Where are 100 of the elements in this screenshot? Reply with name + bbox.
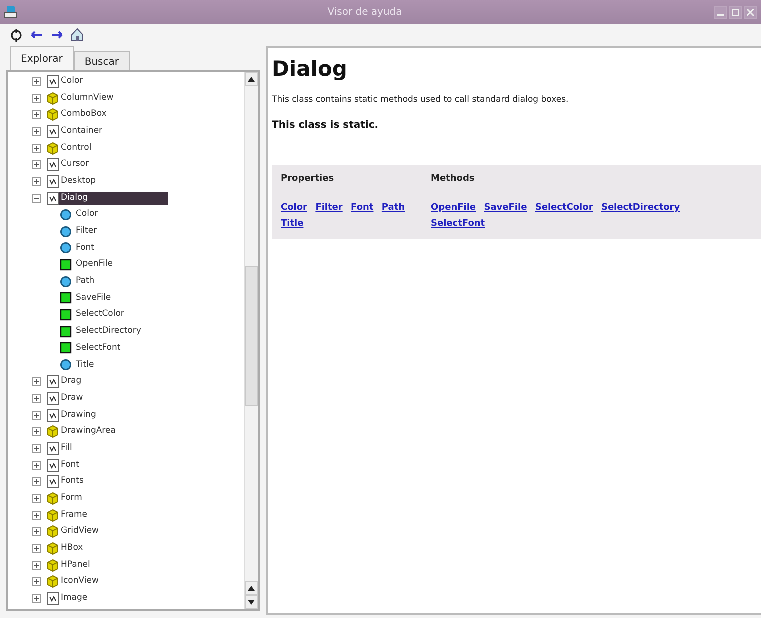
expand-icon[interactable] — [32, 594, 41, 604]
square-icon — [60, 258, 72, 271]
document-icon — [47, 592, 59, 606]
up-arrow-icon — [248, 586, 255, 590]
tree-item[interactable]: ComboBox — [59, 108, 109, 122]
document-icon — [47, 192, 59, 205]
circle-icon — [60, 226, 72, 238]
tree-item[interactable]: Color — [59, 74, 86, 88]
tree-item[interactable]: Desktop — [59, 174, 98, 188]
back-arrow-icon — [31, 30, 43, 40]
circle-icon — [60, 208, 72, 221]
document-icon — [47, 475, 59, 488]
tree-item[interactable]: SelectColor — [74, 308, 126, 322]
tree-item[interactable]: DrawingArea — [59, 425, 118, 438]
expand-icon[interactable] — [32, 427, 41, 436]
tree-item[interactable]: HBox — [59, 542, 86, 556]
member-link[interactable]: Title — [281, 218, 304, 229]
tree-item[interactable]: Control — [59, 142, 94, 155]
expand-icon[interactable] — [32, 460, 41, 470]
cube-icon — [47, 92, 59, 105]
document-icon — [47, 158, 59, 172]
expand-icon[interactable] — [32, 560, 41, 570]
tree-item[interactable]: SaveFile — [74, 292, 114, 305]
tree-item[interactable]: SelectFont — [74, 342, 123, 355]
page-title: Dialog — [272, 56, 348, 82]
tree-item[interactable]: Filter — [74, 225, 100, 238]
expand-icon[interactable] — [32, 160, 41, 170]
expand-icon[interactable] — [32, 110, 41, 120]
member-link[interactable]: SelectColor — [535, 203, 594, 214]
circle-icon — [60, 276, 72, 288]
tree-item[interactable]: Form — [59, 492, 84, 506]
tab[interactable]: Buscar — [74, 51, 130, 70]
scroll-up-button[interactable] — [245, 581, 258, 595]
up-arrow-icon — [248, 76, 255, 82]
cube-icon — [47, 525, 59, 538]
member-link[interactable]: Path — [382, 203, 406, 214]
circle-icon — [60, 242, 72, 254]
tree-item[interactable]: OpenFile — [74, 258, 115, 272]
expand-icon[interactable] — [32, 444, 41, 453]
collapse-icon[interactable] — [32, 194, 41, 203]
tree-item[interactable]: Drawing — [59, 408, 98, 422]
expand-icon[interactable] — [32, 176, 41, 186]
down-arrow-icon — [248, 600, 255, 604]
document-icon — [47, 375, 59, 388]
expand-icon[interactable] — [32, 477, 41, 486]
document-icon — [47, 408, 59, 422]
expand-icon[interactable] — [32, 410, 41, 420]
tree-item[interactable]: Color — [74, 208, 100, 222]
cube-icon — [47, 108, 59, 122]
tree-item[interactable]: Font — [74, 242, 97, 255]
member-link[interactable]: SaveFile — [484, 203, 528, 214]
scroll-up-button[interactable] — [245, 72, 258, 86]
tree-item[interactable]: Fonts — [59, 475, 86, 488]
expand-icon[interactable] — [32, 394, 41, 403]
document-icon — [47, 124, 59, 138]
tree-item[interactable]: Drag — [59, 375, 84, 388]
tree-item[interactable]: Draw — [59, 392, 86, 405]
app-icon — [4, 5, 18, 19]
member-link[interactable]: OpenFile — [431, 203, 476, 214]
tree-item[interactable]: Fill — [59, 442, 74, 455]
expand-icon[interactable] — [32, 510, 41, 520]
section-heading: Properties — [281, 172, 336, 186]
expand-icon[interactable] — [32, 144, 41, 153]
tree-item[interactable]: Container — [59, 124, 105, 138]
member-link[interactable]: Font — [351, 203, 374, 214]
tree-item[interactable]: SelectDirectory — [74, 325, 144, 338]
tree-item[interactable]: Dialog — [59, 192, 168, 205]
tree-item[interactable]: Image — [59, 592, 90, 606]
tree-item[interactable]: GridView — [59, 525, 102, 538]
member-link[interactable]: Filter — [316, 203, 343, 214]
expand-icon[interactable] — [32, 126, 41, 136]
tree-item[interactable]: ColumnView — [59, 92, 116, 105]
scrollbar-thumb[interactable] — [245, 266, 258, 406]
tree-item[interactable]: Path — [74, 275, 97, 288]
cube-icon — [47, 508, 59, 522]
tree-item[interactable]: Title — [74, 358, 96, 372]
member-link[interactable]: SelectFont — [431, 218, 486, 229]
expand-icon[interactable] — [32, 94, 41, 103]
maximize-icon — [732, 8, 739, 16]
document-icon — [47, 392, 59, 405]
close-icon — [747, 8, 754, 16]
expand-icon[interactable] — [32, 544, 41, 554]
scroll-down-button[interactable] — [245, 595, 258, 609]
tree-item[interactable]: Cursor — [59, 158, 91, 172]
expand-icon[interactable] — [32, 527, 41, 536]
expand-icon[interactable] — [32, 76, 41, 86]
tree-item[interactable]: HPanel — [59, 558, 92, 572]
document-icon — [47, 174, 59, 188]
member-link[interactable]: SelectDirectory — [601, 203, 680, 214]
tab[interactable]: Explorar — [10, 46, 74, 70]
expand-icon[interactable] — [32, 577, 41, 586]
document-icon — [47, 442, 59, 455]
tree-item[interactable]: Frame — [59, 508, 90, 522]
member-link[interactable]: Color — [281, 203, 308, 214]
cube-icon — [47, 425, 59, 438]
expand-icon[interactable] — [32, 377, 41, 386]
tree-item[interactable]: IconView — [59, 575, 101, 588]
static-note: This class is static. — [272, 118, 380, 133]
tree-item[interactable]: Font — [59, 458, 82, 472]
expand-icon[interactable] — [32, 494, 41, 504]
